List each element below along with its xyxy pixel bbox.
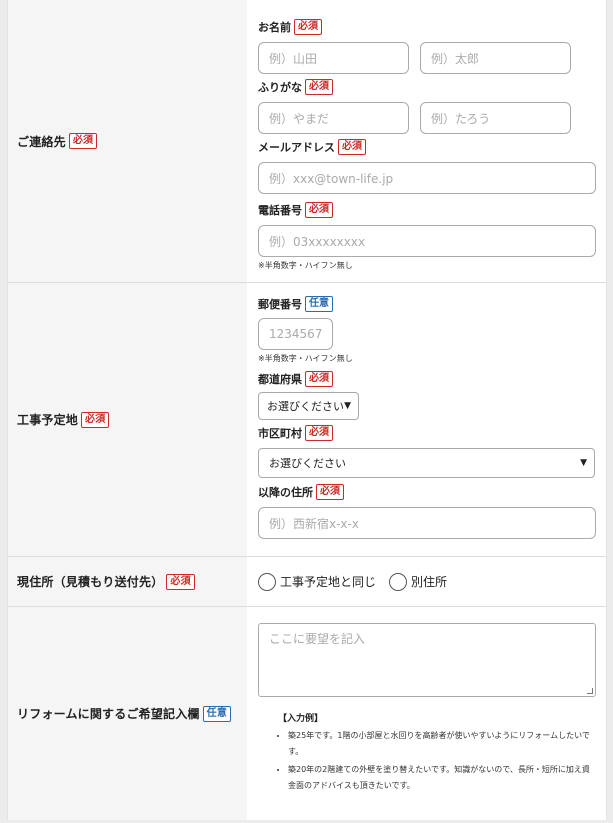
radio-circle[interactable] <box>389 572 408 591</box>
postal-note: ※半角数字・ハイフン無し <box>258 354 353 363</box>
triangle-down-icon: ▼ <box>344 401 351 411</box>
contact-row: ご連絡先 必須 お名前 必須 例）山田 例）太郎 ふりがな 必須 例）やまだ 例… <box>8 0 606 283</box>
required-badge: 必須 <box>305 202 333 218</box>
last-kana-input[interactable]: 例）やまだ <box>258 102 409 134</box>
site-row: 工事予定地 必須 郵便番号 任意 1234567 ※半角数字・ハイフン無し 都道… <box>8 283 606 557</box>
postal-input[interactable]: 1234567 <box>258 318 333 350</box>
contact-label: ご連絡先 必須 <box>8 0 247 282</box>
prefecture-title: 都道府県 必須 <box>258 370 596 388</box>
first-kana-input[interactable]: 例）たろう <box>420 102 571 134</box>
list-item: 築20年の2階建ての外壁を塗り替えたいです。知識がないので、長所・短所に加え資金… <box>288 762 596 794</box>
phone-input[interactable]: 例）03xxxxxxxx <box>258 225 596 257</box>
site-label: 工事予定地 必須 <box>8 283 247 556</box>
required-badge: 必須 <box>316 484 344 500</box>
optional-badge: 任意 <box>202 705 232 722</box>
phone-note: ※半角数字・ハイフン無し <box>258 261 353 270</box>
first-name-input[interactable]: 例）太郎 <box>420 42 571 74</box>
email-title: メールアドレス 必須 <box>258 138 596 156</box>
radio-circle[interactable] <box>258 572 276 591</box>
city-select[interactable]: お選びください ▼ <box>258 448 595 478</box>
radio-same-as-site[interactable]: 工事予定地と同じ <box>258 572 376 591</box>
required-badge: 必須 <box>166 573 195 590</box>
current-address-row: 現住所（見積もり送付先） 必須 工事予定地と同じ 別住所 <box>8 557 606 607</box>
request-textarea[interactable]: ここに要望を記入 <box>258 623 596 697</box>
list-item: 築25年です。1階の小部屋と水回りを高齢者が使いやすいようにリフォームしたいです… <box>288 728 596 760</box>
last-name-input[interactable]: 例）山田 <box>258 42 409 74</box>
radio-other-address[interactable]: 別住所 <box>389 572 447 591</box>
current-address-label: 現住所（見積もり送付先） 必須 <box>8 557 247 606</box>
address-input[interactable]: 例）西新宿x-x-x <box>258 507 596 539</box>
email-input[interactable]: 例）xxx@town-life.jp <box>258 162 596 194</box>
postal-title: 郵便番号 任意 <box>258 295 596 313</box>
request-row: リフォームに関するご希望記入欄 任意 ここに要望を記入 【入力例】 築25年です… <box>8 607 606 820</box>
required-badge: 必須 <box>81 411 110 428</box>
example-title: 【入力例】 <box>278 714 324 724</box>
request-label: リフォームに関するご希望記入欄 任意 <box>8 607 247 820</box>
required-badge: 必須 <box>338 139 366 155</box>
triangle-down-icon: ▼ <box>580 458 587 468</box>
required-badge: 必須 <box>294 19 322 35</box>
city-title: 市区町村 必須 <box>258 424 596 442</box>
prefecture-select[interactable]: お選びください ▼ <box>258 392 359 420</box>
required-badge: 必須 <box>68 133 98 149</box>
phone-title: 電話番号 必須 <box>258 201 596 219</box>
optional-badge: 任意 <box>305 296 333 312</box>
inquiry-form: ご連絡先 必須 お名前 必須 例）山田 例）太郎 ふりがな 必須 例）やまだ 例… <box>7 0 607 820</box>
required-badge: 必須 <box>305 371 333 387</box>
address-title: 以降の住所 必須 <box>258 483 596 501</box>
required-badge: 必須 <box>305 79 333 95</box>
resize-handle[interactable] <box>587 688 593 694</box>
example-list: 築25年です。1階の小部屋と水回りを高齢者が使いやすいようにリフォームしたいです… <box>258 728 596 794</box>
required-badge: 必須 <box>305 425 333 441</box>
kana-title: ふりがな 必須 <box>258 78 596 96</box>
name-title: お名前 必須 <box>258 18 596 36</box>
